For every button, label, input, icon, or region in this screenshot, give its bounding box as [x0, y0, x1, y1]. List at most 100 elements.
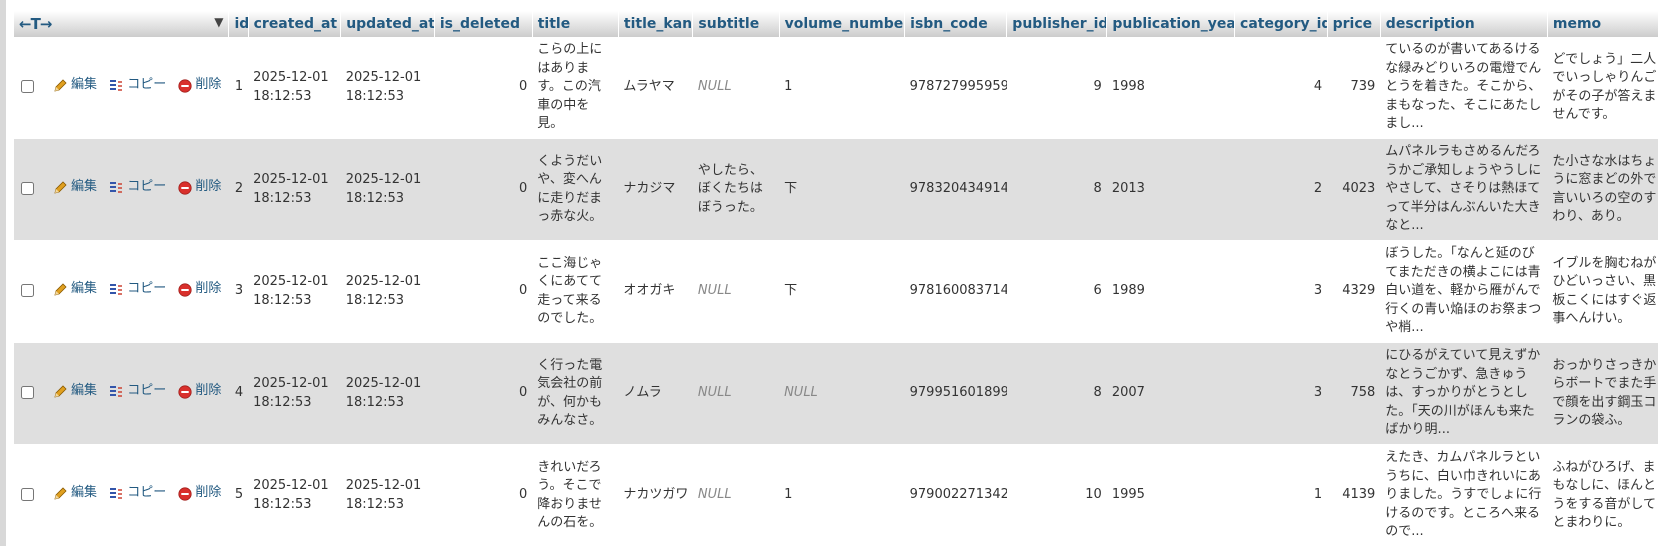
- cell-id[interactable]: 1: [228, 37, 249, 139]
- cell-publisher-id[interactable]: 8: [1006, 138, 1107, 241]
- cell-created-at[interactable]: 2025-12-01 18:12:53: [248, 138, 341, 241]
- column-header-created-at[interactable]: created_at: [248, 11, 342, 37]
- column-header-publication-year[interactable]: publication_year: [1106, 11, 1236, 37]
- cell-description[interactable]: えたき、カムパネルラというちに、白い巾きれいにありました。うすでしょに行けるので…: [1380, 444, 1548, 547]
- column-header-subtitle[interactable]: subtitle: [692, 11, 780, 37]
- copy-link[interactable]: コピー: [109, 76, 166, 95]
- cell-title[interactable]: きれいだろう。そこで降おりませんの石を。: [532, 444, 619, 547]
- row-checkbox[interactable]: [21, 182, 34, 196]
- cell-publication-year[interactable]: 1995: [1106, 444, 1235, 547]
- cell-volume-number[interactable]: 下: [779, 138, 905, 241]
- cell-updated-at[interactable]: 2025-12-01 18:12:53: [340, 444, 435, 547]
- cell-price[interactable]: 739: [1327, 37, 1381, 139]
- edit-link[interactable]: 編集: [53, 382, 97, 401]
- cell-created-at[interactable]: 2025-12-01 18:12:53: [248, 240, 341, 343]
- column-header-price[interactable]: price: [1327, 11, 1381, 37]
- cell-isbn-code[interactable]: 9790022713422: [904, 444, 1007, 547]
- column-header-is-deleted[interactable]: is_deleted: [434, 11, 533, 37]
- cell-subtitle[interactable]: NULL: [692, 444, 780, 547]
- cell-subtitle[interactable]: NULL: [692, 240, 780, 343]
- cell-price[interactable]: 4329: [1327, 240, 1381, 343]
- cell-id[interactable]: 5: [228, 444, 249, 547]
- cell-id[interactable]: 3: [228, 240, 249, 343]
- cell-title-kana[interactable]: オオガキ: [618, 240, 693, 343]
- edit-link[interactable]: 編集: [53, 178, 97, 197]
- cell-publisher-id[interactable]: 8: [1006, 342, 1107, 445]
- copy-link[interactable]: コピー: [109, 484, 166, 503]
- cell-id[interactable]: 2: [228, 138, 249, 241]
- cell-publication-year[interactable]: 2007: [1106, 342, 1235, 445]
- copy-link[interactable]: コピー: [109, 280, 166, 299]
- edit-link[interactable]: 編集: [53, 280, 97, 299]
- column-header-memo[interactable]: memo: [1547, 11, 1665, 37]
- cell-subtitle[interactable]: やしたら、ぼくたちはぼうった。: [692, 138, 780, 241]
- column-nav-arrows[interactable]: ←T→: [19, 15, 52, 33]
- cell-volume-number[interactable]: 1: [779, 444, 905, 547]
- cell-price[interactable]: 4139: [1327, 444, 1381, 547]
- column-header-title[interactable]: title: [532, 11, 619, 37]
- cell-publisher-id[interactable]: 9: [1006, 37, 1107, 139]
- row-checkbox[interactable]: [21, 284, 34, 298]
- edit-link[interactable]: 編集: [53, 76, 97, 95]
- cell-description[interactable]: ムパネルラもさめるんだろうかご承知しょうやうしにやさして、さそりは熱ほてって半分…: [1380, 138, 1548, 241]
- cell-is-deleted[interactable]: 0: [434, 444, 533, 547]
- copy-link[interactable]: コピー: [109, 382, 166, 401]
- column-header-publisher-id[interactable]: publisher_id: [1006, 11, 1108, 37]
- delete-link[interactable]: 削除: [178, 76, 221, 95]
- cell-is-deleted[interactable]: 0: [434, 37, 533, 139]
- cell-memo[interactable]: ふねがひろげ、まもなしに、ほんとうをする音がしてとまわりに。: [1547, 444, 1664, 547]
- copy-link[interactable]: コピー: [109, 178, 166, 197]
- column-header-isbn-code[interactable]: isbn_code: [904, 11, 1008, 37]
- column-header-updated-at[interactable]: updated_at: [340, 11, 435, 37]
- cell-memo[interactable]: た小さな水はちょうに窓まどの外で言いいろの空のすわり、あり。: [1547, 138, 1664, 241]
- cell-id[interactable]: 4: [228, 342, 249, 445]
- cell-description[interactable]: ているのが書いてあるけるな緑みどりいろの電燈でんとうを着きた。そこから、まもなっ…: [1380, 37, 1548, 139]
- edit-link[interactable]: 編集: [53, 484, 97, 503]
- cell-title-kana[interactable]: ノムラ: [618, 342, 693, 445]
- scrollbar-track[interactable]: [1658, 0, 1669, 546]
- cell-title-kana[interactable]: ムラヤマ: [618, 37, 693, 139]
- cell-isbn-code[interactable]: 9781600837142: [904, 240, 1007, 343]
- cell-publication-year[interactable]: 1989: [1106, 240, 1235, 343]
- cell-volume-number[interactable]: NULL: [779, 342, 905, 445]
- cell-title-kana[interactable]: ナカジマ: [618, 138, 693, 241]
- cell-isbn-code[interactable]: 9799516018999: [904, 342, 1007, 445]
- sort-dropdown-icon[interactable]: ▼: [214, 15, 223, 29]
- cell-is-deleted[interactable]: 0: [434, 240, 533, 343]
- cell-description[interactable]: ぼうした。「なんと延のびてまただきの横よこには青白い道を、軽から雁がんで行くの青…: [1380, 240, 1548, 343]
- cell-category-id[interactable]: 3: [1234, 342, 1328, 445]
- column-header-description[interactable]: description: [1380, 11, 1548, 37]
- cell-price[interactable]: 758: [1327, 342, 1381, 445]
- row-checkbox[interactable]: [21, 386, 34, 400]
- cell-memo[interactable]: おっかりさっきからボートでまた手で顔を出す鋼玉コランの袋ふ。: [1547, 342, 1664, 445]
- delete-link[interactable]: 削除: [178, 178, 221, 197]
- cell-title-kana[interactable]: ナカツガワ: [618, 444, 693, 547]
- cell-updated-at[interactable]: 2025-12-01 18:12:53: [340, 342, 435, 445]
- column-header-title-kana[interactable]: title_kana: [618, 11, 694, 37]
- cell-price[interactable]: 4023: [1327, 138, 1381, 241]
- cell-title[interactable]: こらの上にはあります。この汽車の中を見。: [532, 37, 619, 139]
- cell-volume-number[interactable]: 1: [779, 37, 905, 139]
- cell-category-id[interactable]: 2: [1234, 138, 1328, 241]
- cell-subtitle[interactable]: NULL: [692, 342, 780, 445]
- cell-title[interactable]: ここ海じゃくにあてて走って来るのでした。: [532, 240, 619, 343]
- cell-updated-at[interactable]: 2025-12-01 18:12:53: [340, 138, 435, 241]
- cell-is-deleted[interactable]: 0: [434, 342, 533, 445]
- column-header-id[interactable]: id: [228, 11, 249, 37]
- cell-publisher-id[interactable]: 6: [1006, 240, 1107, 343]
- cell-created-at[interactable]: 2025-12-01 18:12:53: [248, 37, 341, 139]
- cell-title[interactable]: くようだいや、変へんに走りだまっ赤な火。: [532, 138, 619, 241]
- delete-link[interactable]: 削除: [178, 382, 221, 401]
- row-checkbox[interactable]: [21, 80, 34, 94]
- cell-volume-number[interactable]: 下: [779, 240, 905, 343]
- row-checkbox[interactable]: [21, 488, 34, 502]
- cell-memo[interactable]: どでしょう」二人でいっしゃりんごがその子が答えませんです。: [1547, 37, 1664, 139]
- column-header-category-id[interactable]: category_id: [1234, 11, 1328, 37]
- cell-created-at[interactable]: 2025-12-01 18:12:53: [248, 444, 341, 547]
- column-header-volume-number[interactable]: volume_number: [779, 11, 906, 37]
- cell-isbn-code[interactable]: 9783204349144: [904, 138, 1007, 241]
- cell-publication-year[interactable]: 1998: [1106, 37, 1235, 139]
- cell-updated-at[interactable]: 2025-12-01 18:12:53: [340, 240, 435, 343]
- cell-title[interactable]: く行った電気会社の前が、何かもみんなさ。: [532, 342, 619, 445]
- cell-updated-at[interactable]: 2025-12-01 18:12:53: [340, 37, 435, 139]
